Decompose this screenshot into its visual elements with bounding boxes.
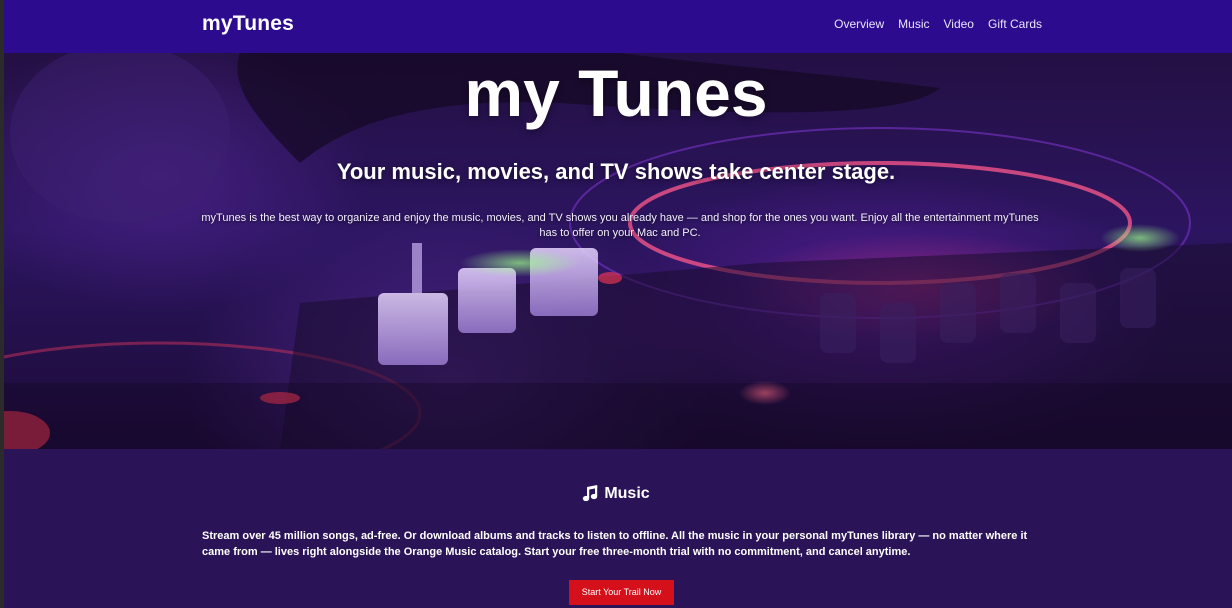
hero-banner: my Tunes Your music, movies, and TV show… (0, 53, 1232, 449)
window-left-edge (0, 0, 4, 608)
hero-subtitle: Your music, movies, and TV shows take ce… (336, 159, 896, 184)
nav-link-overview[interactable]: Overview (834, 16, 884, 32)
hero-title: my Tunes (464, 56, 768, 130)
navbar: myTunes Overview Music Video Gift Cards (0, 0, 1232, 53)
nav-links: Overview Music Video Gift Cards (834, 16, 1042, 32)
music-heading: Music (0, 485, 1232, 503)
music-description: Stream over 45 million songs, ad-free. O… (202, 530, 1028, 558)
hero-description: myTunes is the best way to organize and … (201, 212, 1039, 239)
nav-link-video[interactable]: Video (944, 16, 974, 32)
music-heading-label: Music (604, 485, 650, 502)
music-section: Music Stream over 45 million songs, ad-f… (0, 449, 1232, 608)
start-trial-button[interactable]: Start Your Trail Now (569, 580, 674, 605)
nav-link-music[interactable]: Music (898, 16, 929, 32)
nav-link-gift-cards[interactable]: Gift Cards (988, 16, 1042, 32)
brand-logo[interactable]: myTunes (202, 12, 294, 36)
music-note-icon (583, 485, 598, 502)
